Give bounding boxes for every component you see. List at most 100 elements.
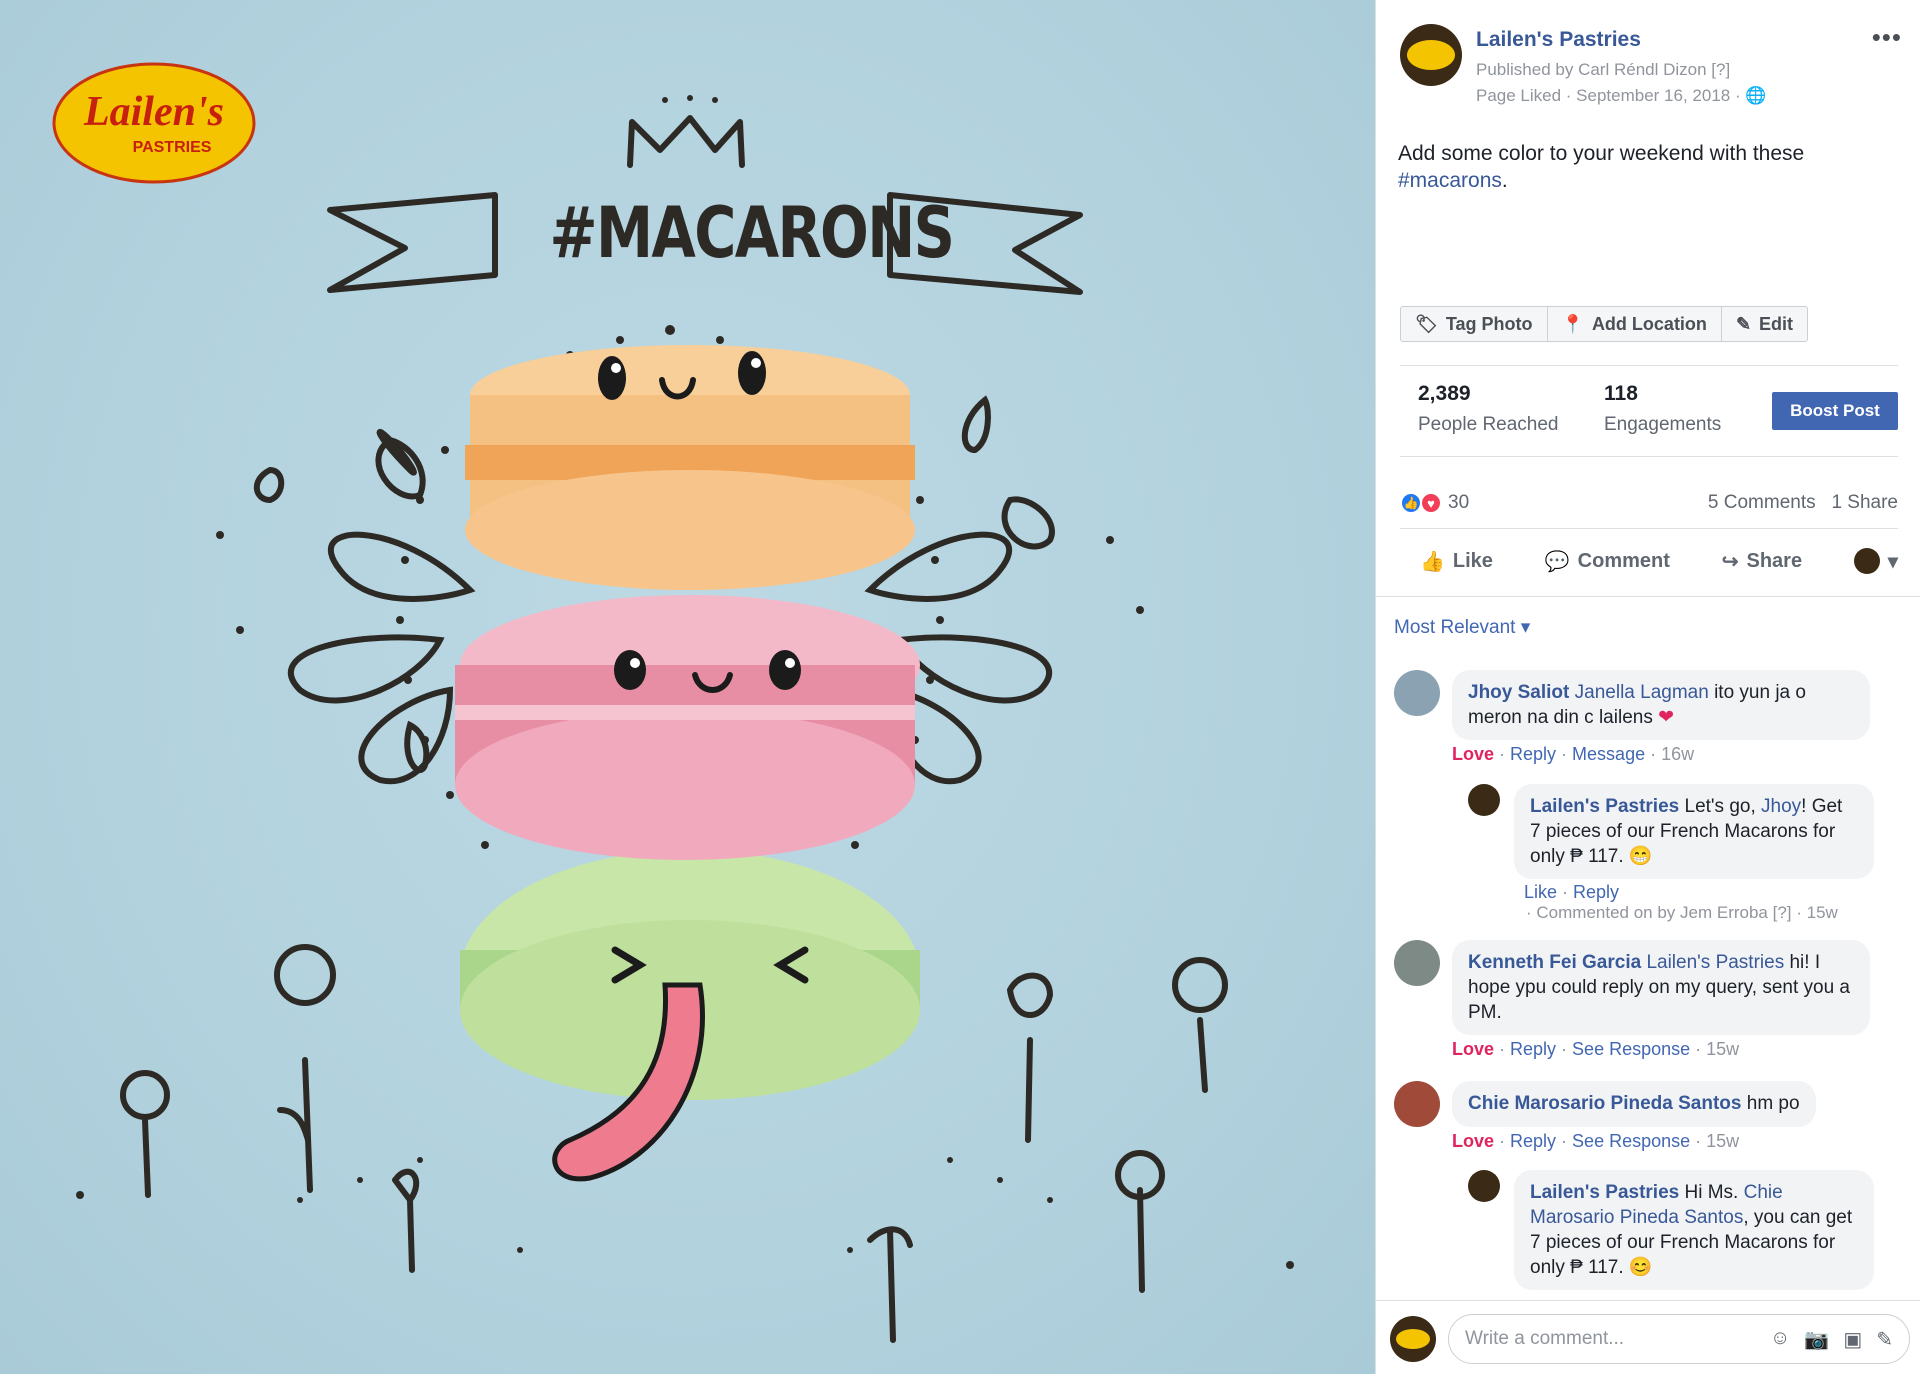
love-reaction-link[interactable]: Love xyxy=(1452,1131,1494,1151)
sticker-icon[interactable]: ✎ xyxy=(1876,1327,1893,1352)
thumbs-up-icon: 👍 xyxy=(1420,550,1445,573)
edit-button[interactable]: ✎ Edit xyxy=(1722,307,1807,341)
comment-time[interactable]: 16w xyxy=(1661,744,1694,764)
reply-link[interactable]: Reply xyxy=(1510,744,1556,764)
emoji-icon[interactable]: ☺ xyxy=(1770,1327,1790,1352)
commenter-avatar[interactable] xyxy=(1394,1081,1440,1127)
reply-actions: Like · Reply xyxy=(1524,882,1620,902)
like-link[interactable]: Like xyxy=(1524,882,1557,902)
page-avatar-small[interactable] xyxy=(1468,1170,1500,1202)
tagged-user[interactable]: Janella Lagman xyxy=(1575,682,1709,703)
engagements-stat[interactable]: 118 Engagements xyxy=(1604,382,1721,436)
page-avatar-small[interactable] xyxy=(1390,1316,1436,1362)
post-as-selector[interactable]: ▾ xyxy=(1853,548,1898,574)
love-reaction-icon: ♥ xyxy=(1420,492,1442,514)
post-photo[interactable]: Lailen's PASTRIES #MACARONS xyxy=(0,0,1375,1374)
comment-time[interactable]: 15w xyxy=(1706,1131,1739,1151)
post-sidebar: Lailen's Pastries Published by Carl Rénd… xyxy=(1375,0,1920,1374)
post-actions: 👍 Like 💬 Comment ↪ Share ▾ xyxy=(1400,548,1898,574)
reaction-summary[interactable]: 👍 ♥ 30 xyxy=(1400,492,1469,514)
comment-item: Chie Marosario Pineda Santos hm po xyxy=(1394,1081,1816,1127)
comment-actions: Love · Reply · See Response · 15w xyxy=(1452,1039,1740,1059)
crown-doodle xyxy=(627,115,745,168)
speech-bubble-icon: 💬 xyxy=(1544,550,1570,573)
comment-bubble: Jhoy Saliot Janella Lagman ito yun ja o … xyxy=(1452,670,1870,740)
page-name-link[interactable]: Lailen's Pastries xyxy=(1476,28,1641,52)
comment-bubble: Chie Marosario Pineda Santos hm po xyxy=(1452,1081,1816,1127)
caret-down-icon: ▾ xyxy=(1520,617,1531,638)
post-meta: Page Liked · September 16, 2018 · 🌐 xyxy=(1476,86,1767,106)
reply-link[interactable]: Reply xyxy=(1573,882,1619,902)
macaron-orange xyxy=(465,345,915,590)
post-text: Add some color to your weekend with thes… xyxy=(1398,142,1805,192)
divider xyxy=(1400,528,1898,529)
love-reaction-link[interactable]: Love xyxy=(1452,744,1494,764)
ribbon-left xyxy=(327,192,498,293)
comments-count-link[interactable]: 5 Comments xyxy=(1708,492,1816,513)
comment-bubble: Kenneth Fei Garcia Lailen's Pastries hi!… xyxy=(1452,940,1870,1035)
camera-icon[interactable]: 📷 xyxy=(1804,1327,1829,1352)
divider xyxy=(1400,456,1898,457)
commenter-avatar[interactable] xyxy=(1394,670,1440,716)
tag-photo-button[interactable]: 🏷 Tag Photo xyxy=(1401,307,1548,341)
add-location-button[interactable]: 📍 Add Location xyxy=(1548,307,1722,341)
divider xyxy=(1376,596,1920,597)
commented-on-by: · Commented on by Jem Erroba [?] · 15w xyxy=(1526,903,1838,922)
svg-text:PASTRIES: PASTRIES xyxy=(133,139,212,156)
heart-emoji: ❤ xyxy=(1658,707,1675,728)
boost-post-button[interactable]: Boost Post xyxy=(1772,392,1898,430)
macaron-pink xyxy=(455,595,920,860)
gif-icon[interactable]: ▣ xyxy=(1843,1327,1862,1352)
divider xyxy=(1400,365,1898,366)
photo-headline: #MACARONS xyxy=(549,192,955,274)
commenter-name[interactable]: Kenneth Fei Garcia xyxy=(1468,952,1641,973)
commenter-name[interactable]: Chie Marosario Pineda Santos xyxy=(1468,1093,1741,1114)
comment-button[interactable]: 💬 Comment xyxy=(1545,549,1670,574)
tagged-user[interactable]: Jhoy xyxy=(1761,796,1801,817)
reply-link[interactable]: Reply xyxy=(1510,1039,1556,1059)
hashtag-link[interactable]: #macarons xyxy=(1398,169,1502,192)
reply-item: Lailen's Pastries Let's go, Jhoy! Get 7 … xyxy=(1468,784,1874,879)
tag-icon: 🏷 xyxy=(1415,313,1438,334)
macaron-green xyxy=(460,850,920,1182)
commenter-name[interactable]: Lailen's Pastries xyxy=(1530,796,1679,817)
photo-brand-logo: Lailen's PASTRIES xyxy=(50,60,258,186)
comment-input[interactable]: Write a comment... ☺ 📷 ▣ ✎ xyxy=(1448,1314,1910,1364)
page-avatar[interactable] xyxy=(1400,24,1462,86)
page-avatar-small xyxy=(1853,548,1880,574)
chevron-down-icon: ▾ xyxy=(1887,550,1898,573)
tagged-user[interactable]: Lailen's Pastries xyxy=(1646,952,1784,973)
reached-stat[interactable]: 2,389 People Reached xyxy=(1418,382,1559,436)
reply-item: Lailen's Pastries Hi Ms. Chie Marosario … xyxy=(1468,1170,1874,1290)
more-options-button[interactable]: ••• xyxy=(1872,22,1902,53)
love-reaction-link[interactable]: Love xyxy=(1452,1039,1494,1059)
globe-icon: 🌐 xyxy=(1745,86,1767,105)
share-arrow-icon: ↪ xyxy=(1721,550,1739,573)
sort-comments-dropdown[interactable]: Most Relevant ▾ xyxy=(1394,616,1530,639)
comment-time[interactable]: 15w xyxy=(1706,1039,1739,1059)
location-pin-icon: 📍 xyxy=(1561,313,1584,334)
reply-bubble: Lailen's Pastries Let's go, Jhoy! Get 7 … xyxy=(1514,784,1874,879)
post-date[interactable]: Page Liked · September 16, 2018 · xyxy=(1476,86,1741,105)
photo-actions: 🏷 Tag Photo 📍 Add Location ✎ Edit xyxy=(1400,306,1809,342)
pencil-icon: ✎ xyxy=(1735,313,1752,334)
reply-bubble: Lailen's Pastries Hi Ms. Chie Marosario … xyxy=(1514,1170,1874,1290)
reply-link[interactable]: Reply xyxy=(1510,1131,1556,1151)
message-link[interactable]: Message xyxy=(1572,744,1645,764)
comment-actions: Love · Reply · See Response · 15w xyxy=(1452,1131,1740,1151)
shares-count-link[interactable]: 1 Share xyxy=(1831,492,1898,513)
published-by: Published by Carl Réndl Dizon [?] xyxy=(1476,60,1731,79)
engagement-counts: 5 Comments 1 Share xyxy=(1708,492,1898,514)
share-button[interactable]: ↪ Share xyxy=(1722,549,1802,574)
comment-item: Jhoy Saliot Janella Lagman ito yun ja o … xyxy=(1394,670,1870,740)
commenter-name[interactable]: Jhoy Saliot xyxy=(1468,682,1569,703)
like-button[interactable]: 👍 Like xyxy=(1420,549,1493,574)
svg-text:Lailen's: Lailen's xyxy=(83,89,224,135)
commenter-avatar[interactable] xyxy=(1394,940,1440,986)
comment-actions: Love · Reply · Message · 16w xyxy=(1452,744,1695,764)
see-response-link[interactable]: See Response xyxy=(1572,1039,1690,1059)
page-avatar-small[interactable] xyxy=(1468,784,1500,816)
commenter-name[interactable]: Lailen's Pastries xyxy=(1530,1182,1679,1203)
comment-item: Kenneth Fei Garcia Lailen's Pastries hi!… xyxy=(1394,940,1870,1035)
see-response-link[interactable]: See Response xyxy=(1572,1131,1690,1151)
